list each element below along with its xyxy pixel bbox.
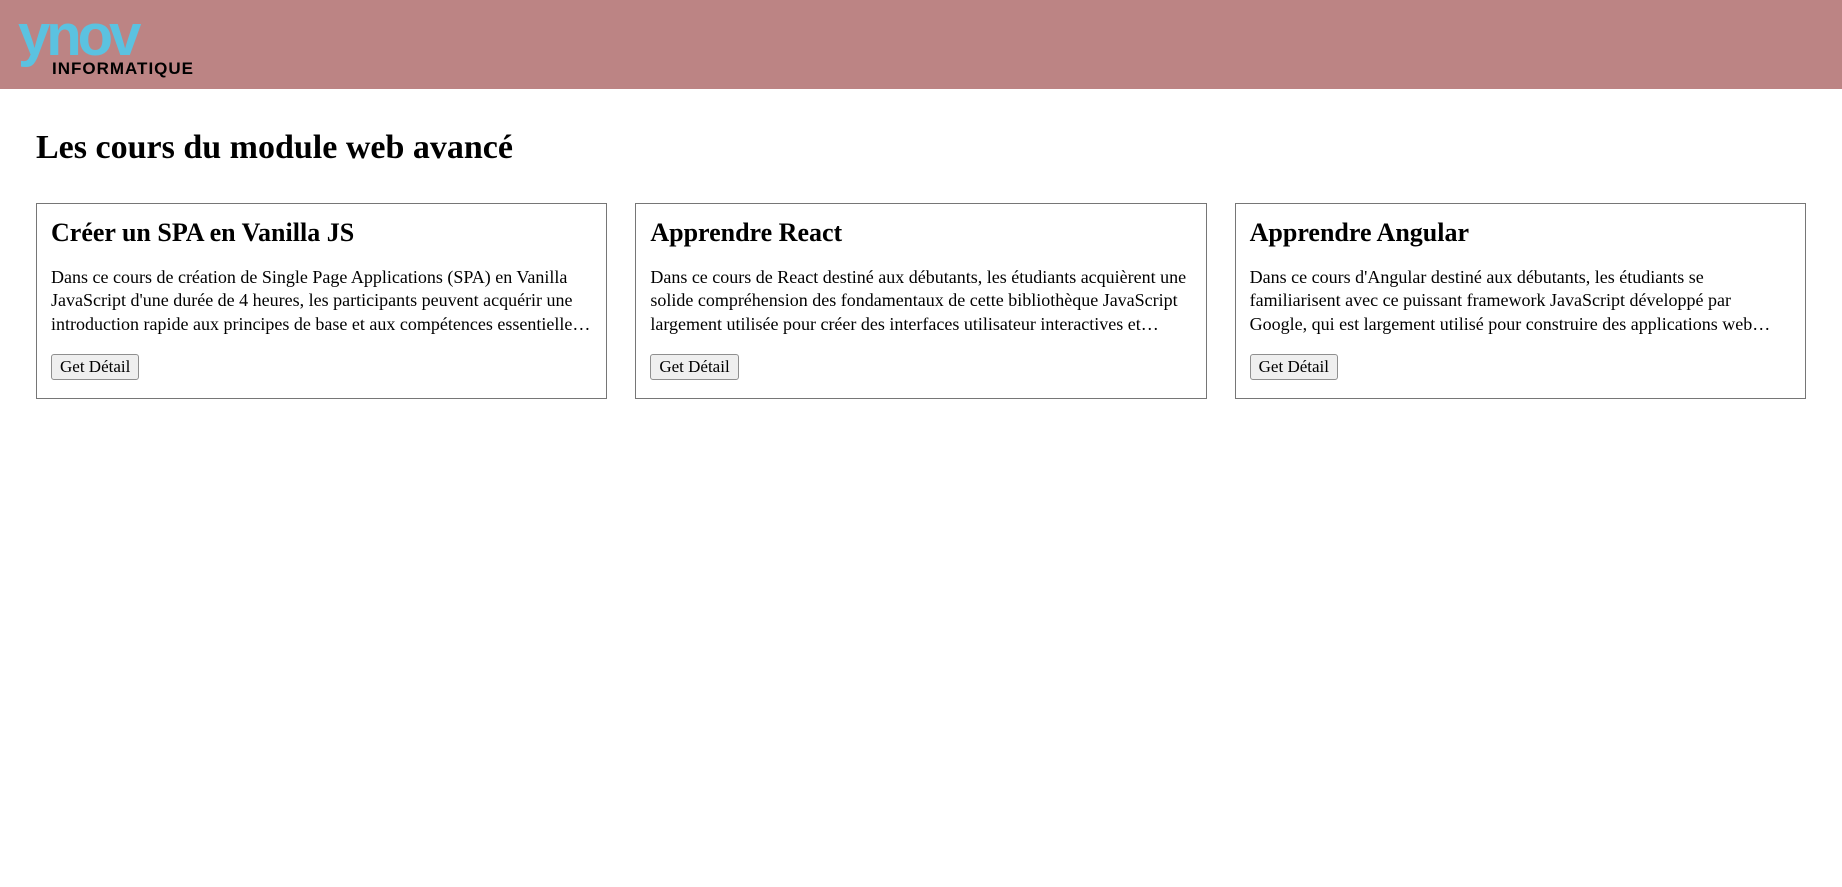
- get-detail-button[interactable]: Get Détail: [51, 354, 139, 380]
- course-card-grid: Créer un SPA en Vanilla JS Dans ce cours…: [36, 203, 1806, 399]
- course-card: Apprendre React Dans ce cours de React d…: [635, 203, 1206, 399]
- course-card-title: Créer un SPA en Vanilla JS: [51, 218, 592, 248]
- course-card-description: Dans ce cours de création de Single Page…: [51, 266, 592, 336]
- course-card-title: Apprendre Angular: [1250, 218, 1791, 248]
- course-card-description: Dans ce cours d'Angular destiné aux débu…: [1250, 266, 1791, 336]
- page-header: ynov INFORMATIQUE: [0, 0, 1842, 89]
- page-title: Les cours du module web avancé: [36, 129, 1806, 167]
- course-card: Créer un SPA en Vanilla JS Dans ce cours…: [36, 203, 607, 399]
- course-card-title: Apprendre React: [650, 218, 1191, 248]
- get-detail-button[interactable]: Get Détail: [650, 354, 738, 380]
- logo-subtitle-text: INFORMATIQUE: [52, 59, 194, 79]
- logo-brand-text: ynov: [18, 8, 194, 63]
- main-content: Les cours du module web avancé Créer un …: [0, 89, 1842, 439]
- course-card: Apprendre Angular Dans ce cours d'Angula…: [1235, 203, 1806, 399]
- get-detail-button[interactable]: Get Détail: [1250, 354, 1338, 380]
- logo: ynov INFORMATIQUE: [18, 8, 194, 79]
- course-card-description: Dans ce cours de React destiné aux début…: [650, 266, 1191, 336]
